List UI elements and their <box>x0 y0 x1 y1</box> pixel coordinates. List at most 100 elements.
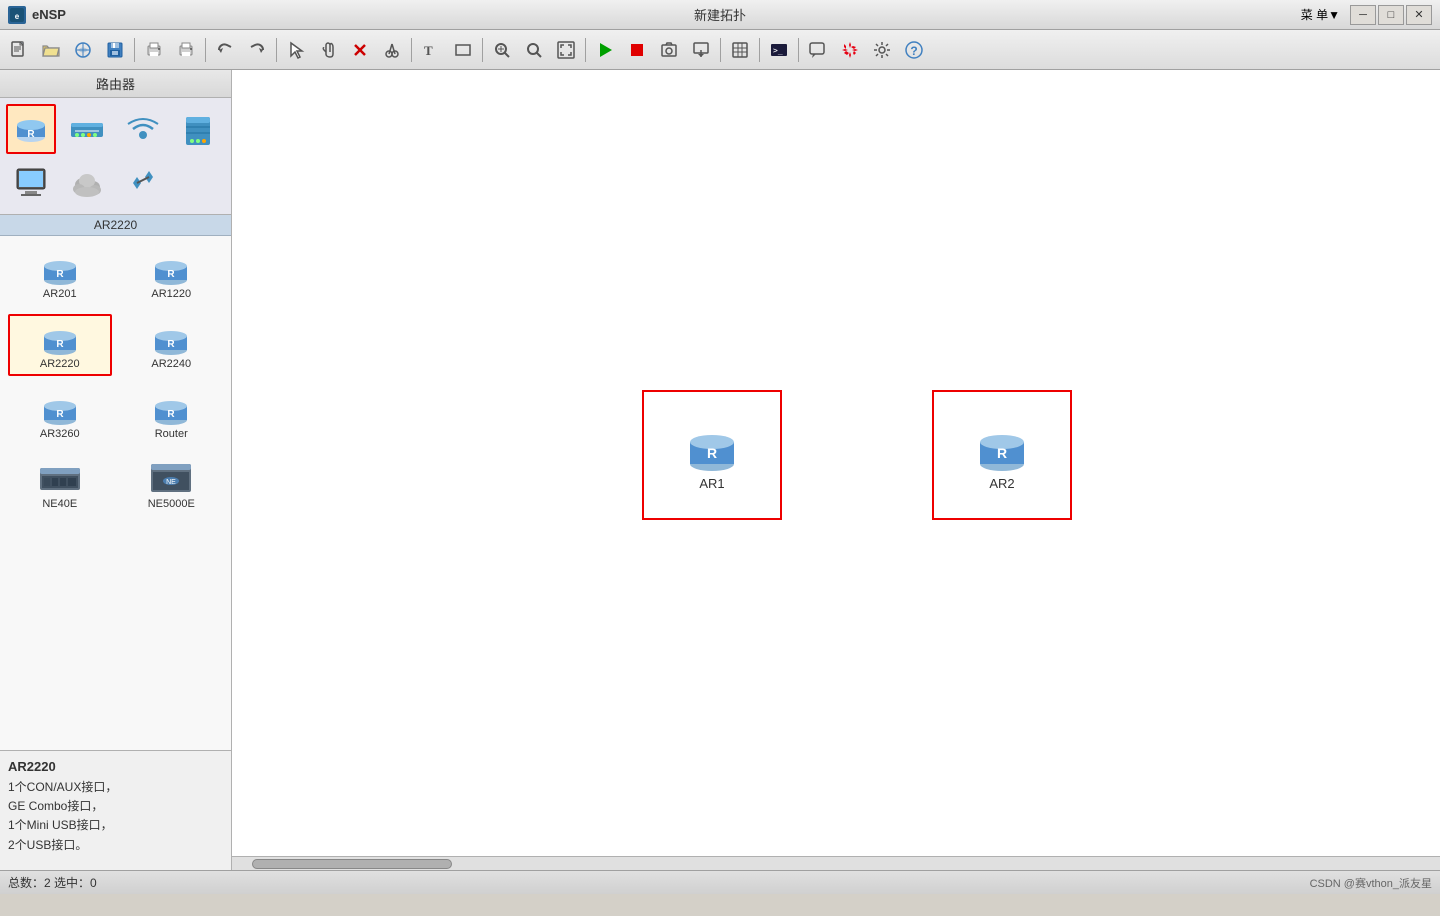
info-title: AR2220 <box>8 759 223 774</box>
svg-text:?: ? <box>910 44 917 58</box>
separator-3 <box>276 38 277 62</box>
grid-button[interactable] <box>725 35 755 65</box>
help-button[interactable]: ? <box>899 35 929 65</box>
import-button[interactable] <box>686 35 716 65</box>
save-button[interactable] <box>100 35 130 65</box>
play-button[interactable] <box>590 35 620 65</box>
device-ar2240-label: AR2240 <box>151 358 191 370</box>
window-title: 新建拓扑 <box>694 5 746 24</box>
separator-2 <box>205 38 206 62</box>
device-router[interactable]: R Router <box>120 384 224 446</box>
separator-1 <box>134 38 135 62</box>
print-prev-button[interactable] <box>139 35 169 65</box>
huawei-button[interactable] <box>835 35 865 65</box>
canvas-area[interactable]: R AR1 R AR2 <box>232 70 1440 870</box>
svg-text:R: R <box>56 409 64 420</box>
device-list-grid: R AR201 R AR1220 <box>0 236 231 524</box>
title-bar: e eNSP 新建拓扑 菜 单▼ ─ □ ✕ <box>0 0 1440 30</box>
title-bar-left: e eNSP <box>8 6 66 24</box>
device-ne40e[interactable]: NE40E <box>8 454 112 516</box>
svg-text:>_: >_ <box>773 46 783 55</box>
save-net-button[interactable] <box>68 35 98 65</box>
text-button[interactable]: T <box>416 35 446 65</box>
status-bar: 总数：2 选中：0 CSDN @赛vthon_派友星 <box>0 870 1440 894</box>
stop-button[interactable] <box>622 35 652 65</box>
category-cloud[interactable] <box>62 158 112 208</box>
separator-4 <box>411 38 412 62</box>
canvas-ar1-label: AR1 <box>699 476 724 491</box>
separator-7 <box>720 38 721 62</box>
sub-category-label: AR2220 <box>0 215 231 236</box>
scrollbar-thumb-h[interactable] <box>252 859 452 869</box>
category-label: 路由器 <box>0 70 231 98</box>
capture2-button[interactable] <box>519 35 549 65</box>
open-button[interactable] <box>36 35 66 65</box>
snapshot-button[interactable] <box>654 35 684 65</box>
device-ne40e-label: NE40E <box>42 498 77 510</box>
separator-6 <box>585 38 586 62</box>
category-wireless[interactable] <box>118 104 168 154</box>
svg-text:R: R <box>56 269 64 280</box>
svg-text:R: R <box>168 339 176 350</box>
delete-button[interactable] <box>345 35 375 65</box>
svg-text:NE: NE <box>166 479 176 486</box>
menu-btn[interactable]: 菜 单▼ <box>1293 4 1348 25</box>
select-button[interactable] <box>281 35 311 65</box>
horizontal-scrollbar[interactable] <box>232 856 1440 870</box>
console-button[interactable]: >_ <box>764 35 794 65</box>
device-ar201[interactable]: R AR201 <box>8 244 112 306</box>
device-ar3260[interactable]: R AR3260 <box>8 384 112 446</box>
device-icons-grid: R <box>0 98 231 215</box>
device-ar1220[interactable]: R AR1220 <box>120 244 224 306</box>
info-desc: 1个CON/AUX接口， GE Combo接口， 1个Mini USB接口， 2… <box>8 778 223 855</box>
device-ar2220-label: AR2220 <box>40 358 80 370</box>
hand-button[interactable] <box>313 35 343 65</box>
close-btn[interactable]: ✕ <box>1406 5 1432 25</box>
canvas-router-ar2[interactable]: R AR2 <box>932 390 1072 520</box>
settings-button[interactable] <box>867 35 897 65</box>
status-text: 总数：2 选中：0 <box>8 874 97 891</box>
svg-text:R: R <box>56 339 64 350</box>
separator-9 <box>798 38 799 62</box>
svg-text:R: R <box>997 445 1007 461</box>
window-controls: 菜 单▼ ─ □ ✕ <box>1293 4 1432 25</box>
main-layout: 路由器 R <box>0 70 1440 870</box>
svg-text:R: R <box>707 445 717 461</box>
svg-text:e: e <box>15 12 20 21</box>
new-button[interactable] <box>4 35 34 65</box>
svg-text:R: R <box>168 409 176 420</box>
svg-text:R: R <box>168 269 176 280</box>
separator-8 <box>759 38 760 62</box>
svg-text:R: R <box>27 129 35 140</box>
device-ar2220[interactable]: R AR2220 <box>8 314 112 376</box>
minimize-btn[interactable]: ─ <box>1350 5 1376 25</box>
device-ar1220-label: AR1220 <box>151 288 191 300</box>
device-ar3260-label: AR3260 <box>40 428 80 440</box>
app-name: eNSP <box>32 7 66 22</box>
status-right: CSDN @赛vthon_派友星 <box>1310 875 1432 891</box>
device-list: R AR201 R AR1220 <box>0 236 231 750</box>
capture-button[interactable] <box>487 35 517 65</box>
rect-button[interactable] <box>448 35 478 65</box>
device-ne5000e-label: NE5000E <box>148 498 195 510</box>
category-link[interactable] <box>118 158 168 208</box>
category-switch[interactable] <box>62 104 112 154</box>
device-ne5000e[interactable]: NE NE5000E <box>120 454 224 516</box>
svg-text:T: T <box>424 43 433 58</box>
canvas-router-ar1[interactable]: R AR1 <box>642 390 782 520</box>
maximize-btn[interactable]: □ <box>1378 5 1404 25</box>
redo-button[interactable] <box>242 35 272 65</box>
app-logo: e <box>8 6 26 24</box>
cut-button[interactable] <box>377 35 407 65</box>
canvas-ar2-label: AR2 <box>989 476 1014 491</box>
left-panel: 路由器 R <box>0 70 232 870</box>
fit-button[interactable] <box>551 35 581 65</box>
device-router-label: Router <box>155 428 188 440</box>
undo-button[interactable] <box>210 35 240 65</box>
category-pc[interactable] <box>6 158 56 208</box>
device-ar2240[interactable]: R AR2240 <box>120 314 224 376</box>
category-router[interactable]: R <box>6 104 56 154</box>
print-button[interactable] <box>171 35 201 65</box>
chat-button[interactable] <box>803 35 833 65</box>
category-firewall[interactable] <box>173 104 223 154</box>
